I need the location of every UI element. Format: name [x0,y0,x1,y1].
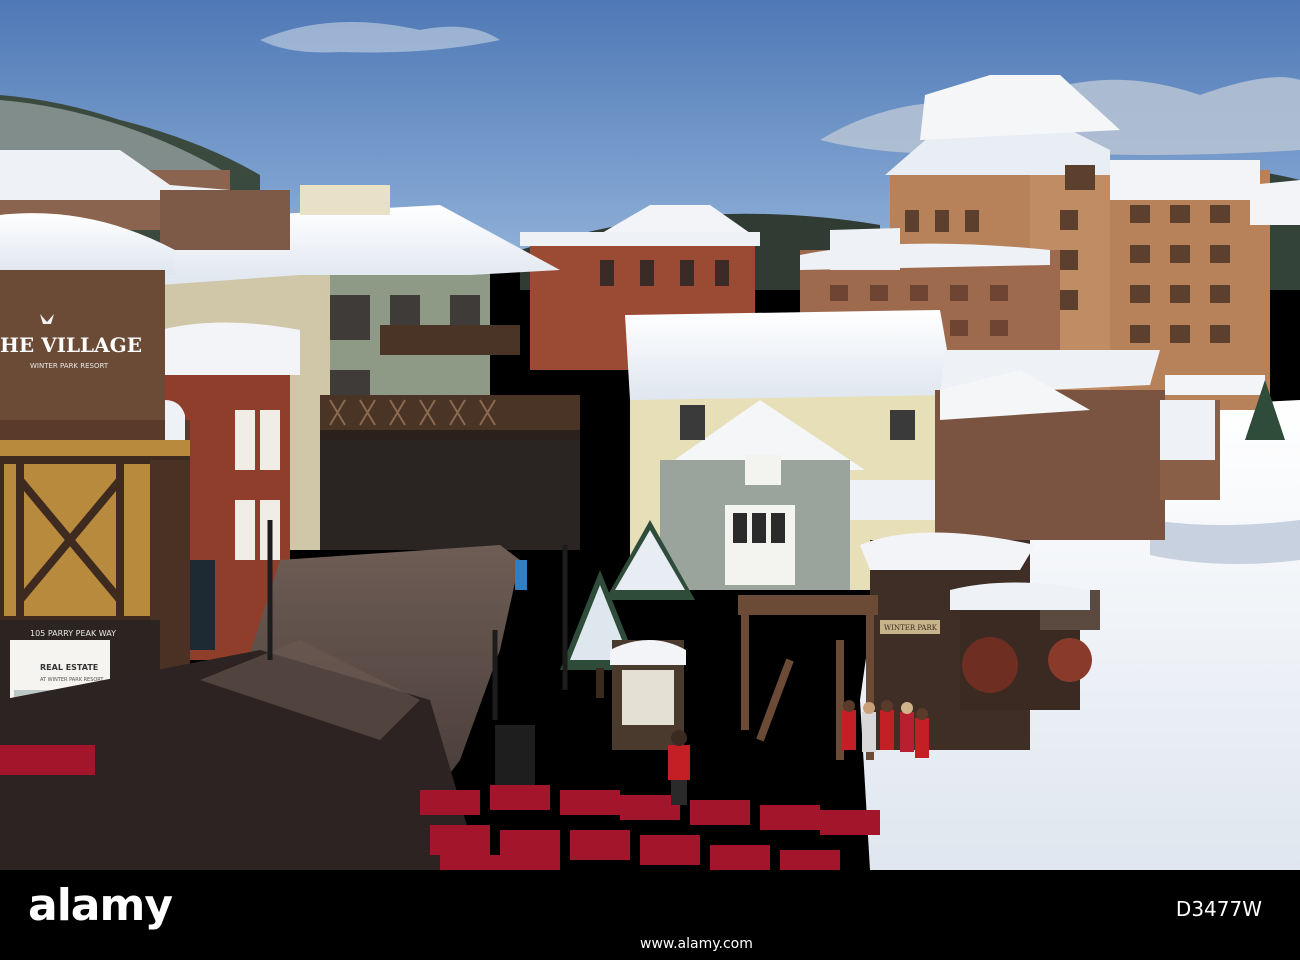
footer-site: www.alamy.com [640,936,753,952]
train-sign: WINTER PARK [884,624,938,632]
trash-bin [495,725,535,785]
alamy-logo: alamy [28,880,173,931]
sign-main-title: HE VILLAGE [0,333,142,357]
blue-banner [515,560,527,590]
village-photo: HE VILLAGE WINTER PARK RESORT 105 PARRY … [0,0,1300,870]
snow-shadow [1150,520,1300,564]
image-id: D3477W [1175,897,1262,921]
real-estate-sign: REAL ESTATE [40,663,98,672]
address-sign: 105 PARRY PEAK WAY [30,629,116,638]
sign-subtitle: WINTER PARK RESORT [30,362,109,370]
